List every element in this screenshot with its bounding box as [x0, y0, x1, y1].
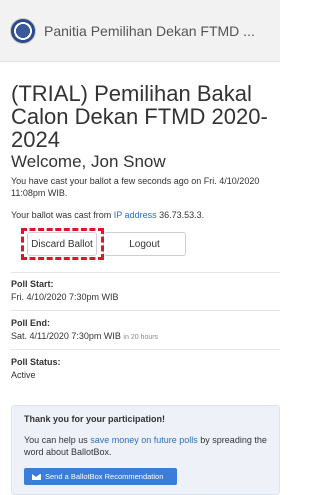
poll-start-section: Poll Start: Fri. 4/10/2020 7:30pm WIB [11, 279, 280, 302]
poll-end-value-row: Sat. 4/11/2020 7:30pm WIB in 20 hours [11, 331, 280, 341]
send-recommendation-button[interactable]: Send a BallotBox Recommendation [24, 468, 177, 485]
poll-start-label: Poll Start: [11, 279, 54, 289]
divider [11, 310, 280, 311]
poll-status-section: Poll Status: Active [11, 357, 280, 380]
discard-ballot-button[interactable]: Discard Ballot [27, 232, 97, 256]
poll-end-label: Poll End: [11, 318, 50, 328]
ballot-cast-message: You have cast your ballot a few seconds … [11, 176, 260, 198]
envelope-icon [32, 473, 41, 480]
poll-status-value: Active [11, 370, 36, 380]
save-money-link[interactable]: save money on future polls [90, 435, 198, 445]
ballot-ip-message: Your ballot was cast from IP address 36.… [11, 209, 273, 221]
logout-button[interactable]: Logout [103, 232, 186, 256]
thank-you-text: You can help us save money on future pol… [24, 434, 269, 458]
poll-start-value: Fri. 4/10/2020 7:30pm WIB [11, 292, 119, 302]
thanks-prefix-text: You can help us [24, 435, 91, 445]
divider [11, 272, 280, 273]
poll-status-label: Poll Status: [11, 357, 61, 367]
poll-end-relative: in 20 hours [123, 334, 159, 341]
organization-name[interactable]: Panitia Pemilihan Dekan FTMD ... [44, 23, 255, 39]
ip-address-link[interactable]: IP address [114, 210, 157, 220]
ip-value-text: 36.73.53.3. [156, 210, 205, 220]
poll-end-value: Sat. 4/11/2020 7:30pm WIB [11, 331, 121, 341]
divider [11, 349, 280, 350]
organization-logo[interactable] [10, 17, 36, 44]
welcome-heading: Welcome, Jon Snow [11, 152, 166, 171]
ip-prefix-text: Your ballot was cast from [11, 210, 114, 220]
app-header: Panitia Pemilihan Dekan FTMD ... [0, 0, 280, 62]
poll-end-section: Poll End: Sat. 4/11/2020 7:30pm WIB in 2… [11, 318, 280, 341]
thank-you-panel: Thank you for your participation! You ca… [11, 405, 280, 495]
thank-you-title: Thank you for your participation! [24, 414, 166, 424]
poll-title: (TRIAL) Pemilihan Bakal Calon Dekan FTMD… [11, 81, 268, 152]
send-recommendation-label: Send a BallotBox Recommendation [45, 472, 164, 481]
